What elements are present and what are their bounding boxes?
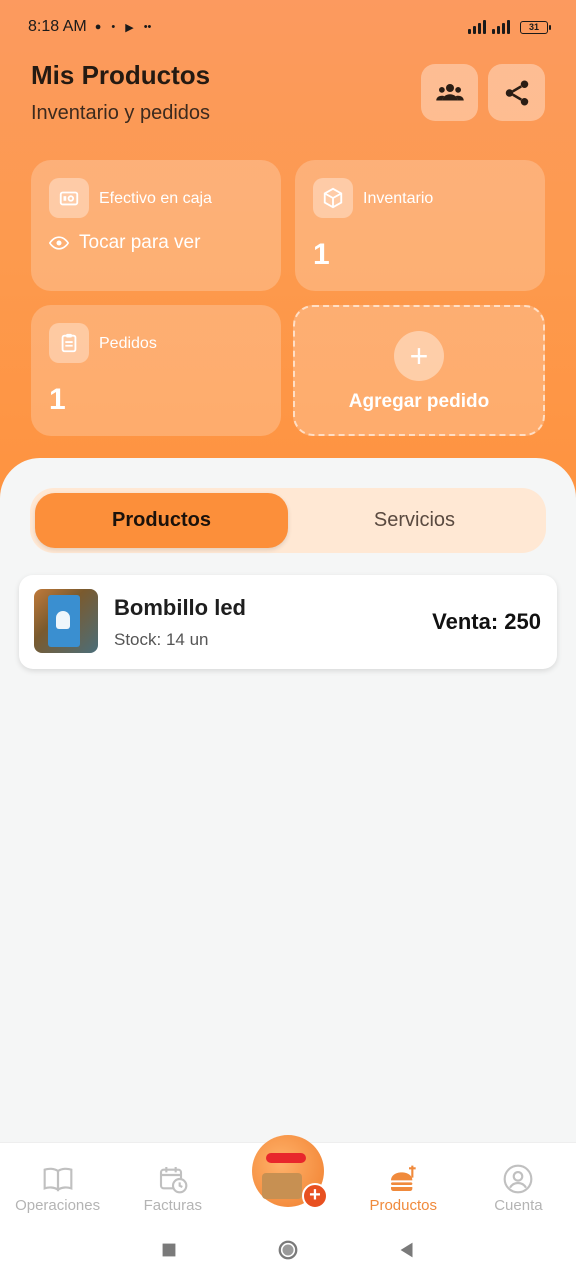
nav-productos[interactable]: Productos: [346, 1143, 461, 1220]
cash-register-icon-box: [49, 178, 89, 218]
status-time: 8:18 AM: [28, 18, 87, 35]
back-icon[interactable]: [396, 1239, 418, 1261]
user-circle-icon: [504, 1164, 533, 1194]
status-right: 31: [468, 20, 551, 34]
calendar-clock-icon: [159, 1167, 188, 1194]
orders-count: 1: [49, 383, 66, 416]
signal-icon-2: [492, 20, 510, 34]
notification-icons: ● • ▶ ••: [95, 21, 152, 34]
product-thumbnail: [34, 589, 98, 653]
inventory-card-label: Inventario: [363, 190, 434, 207]
notification-icon: •: [111, 21, 116, 33]
product-price: Venta: 250: [432, 609, 541, 634]
plus-icon: +: [394, 331, 444, 381]
mascot-add-icon: +: [252, 1135, 328, 1209]
home-icon[interactable]: [277, 1239, 299, 1261]
status-bar: 8:18 AM ● • ▶ •• 31: [0, 0, 576, 54]
orders-card[interactable]: Pedidos 1: [31, 305, 281, 436]
battery-icon: 31: [520, 20, 551, 34]
box-icon: [323, 187, 343, 209]
nav-cuenta-label: Cuenta: [494, 1197, 543, 1214]
nav-operaciones-label: Operaciones: [15, 1197, 101, 1214]
cash-card[interactable]: Efectivo en caja Tocar para ver: [31, 160, 281, 291]
eye-icon: [49, 236, 69, 250]
clipboard-icon-box: [49, 323, 89, 363]
orders-card-label: Pedidos: [99, 335, 157, 352]
tab-servicios[interactable]: Servicios: [288, 493, 541, 548]
reveal-cash-button[interactable]: Tocar para ver: [49, 232, 200, 254]
play-icon: ▶: [125, 21, 134, 34]
reveal-cash-label: Tocar para ver: [79, 232, 201, 253]
share-icon: [505, 80, 528, 105]
more-icon: ••: [143, 21, 152, 33]
users-icon: [435, 83, 464, 100]
chat-icon: ●: [94, 21, 102, 33]
users-button[interactable]: [421, 64, 478, 121]
page-title: Mis Productos: [31, 60, 211, 90]
nav-facturas-label: Facturas: [143, 1197, 202, 1214]
share-button[interactable]: [488, 64, 545, 121]
system-navigation-bar: [0, 1220, 576, 1280]
nav-facturas[interactable]: Facturas: [115, 1143, 230, 1220]
nav-operaciones[interactable]: Operaciones: [0, 1143, 115, 1220]
nav-productos-label: Productos: [369, 1197, 437, 1214]
segmented-tabs: Productos Servicios: [30, 488, 546, 553]
content-sheet: Productos Servicios Bombillo led Stock: …: [0, 458, 576, 1148]
page-subtitle: Inventario y pedidos: [31, 102, 211, 124]
tab-productos[interactable]: Productos: [35, 493, 288, 548]
cash-register-icon: [59, 191, 79, 206]
product-name: Bombillo led: [114, 595, 246, 620]
add-order-label: Agregar pedido: [348, 391, 490, 412]
product-item[interactable]: Bombillo led Stock: 14 un Venta: 250: [19, 575, 557, 669]
cash-card-label: Efectivo en caja: [99, 190, 212, 207]
nav-add-mascot[interactable]: +: [230, 1135, 345, 1220]
clipboard-icon: [61, 333, 77, 353]
add-order-button[interactable]: + Agregar pedido: [293, 305, 545, 436]
product-stock: Stock: 14 un: [114, 630, 209, 649]
box-icon-box: [313, 178, 353, 218]
book-icon: [43, 1167, 72, 1192]
recents-icon[interactable]: [158, 1239, 180, 1261]
inventory-count: 1: [313, 238, 330, 271]
signal-icon: [468, 20, 486, 34]
inventory-card[interactable]: Inventario 1: [295, 160, 545, 291]
nav-cuenta[interactable]: Cuenta: [461, 1143, 576, 1220]
bottom-nav: Operaciones Facturas + Productos Cuenta: [0, 1135, 576, 1220]
food-icon: [391, 1165, 416, 1191]
